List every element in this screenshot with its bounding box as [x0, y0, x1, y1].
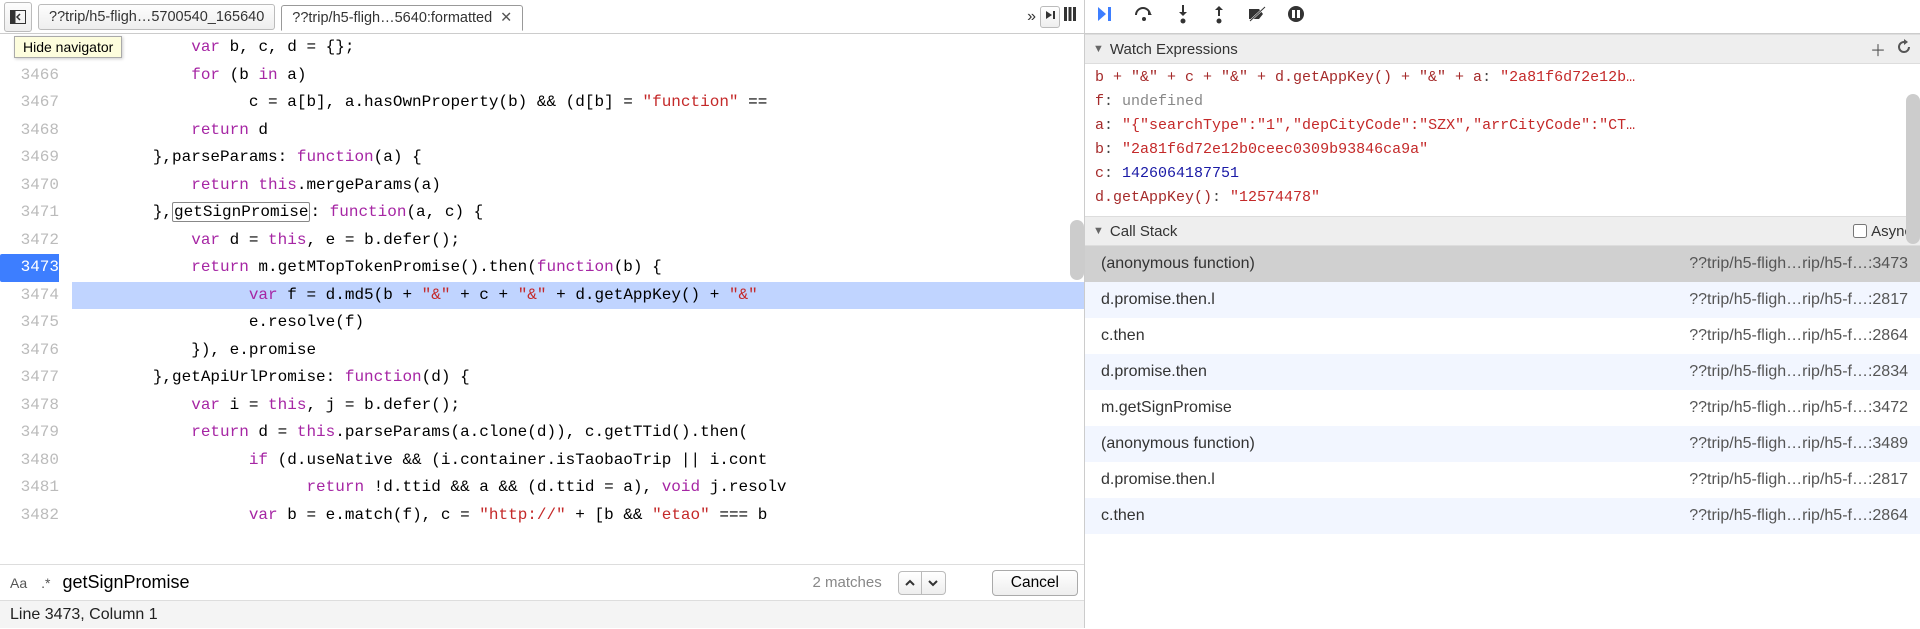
line-number[interactable]: 3479: [0, 419, 59, 447]
callstack-row[interactable]: c.then??trip/h5-fligh…rip/h5-f…:2864: [1085, 318, 1920, 354]
watch-expression[interactable]: b + "&" + c + "&" + d.getAppKey() + "&" …: [1095, 66, 1910, 90]
chevron-up-icon: [904, 578, 916, 588]
pause-on-exceptions-button[interactable]: [1287, 5, 1305, 28]
find-next-button[interactable]: [922, 571, 946, 595]
code-line[interactable]: }), e.promise: [72, 337, 1084, 365]
watch-header[interactable]: ▼ Watch Expressions ＋: [1085, 34, 1920, 64]
code-line[interactable]: var f = d.md5(b + "&" + c + "&" + d.getA…: [72, 282, 1084, 310]
line-number[interactable]: 3473: [0, 254, 59, 282]
callstack-row[interactable]: d.promise.then??trip/h5-fligh…rip/h5-f…:…: [1085, 354, 1920, 390]
tab-active-label: ??trip/h5-fligh…5640:formatted: [292, 10, 492, 26]
refresh-icon: [1896, 39, 1912, 55]
watch-title: Watch Expressions: [1110, 41, 1238, 58]
watch-expression[interactable]: f: undefined: [1095, 90, 1910, 114]
code-line[interactable]: },parseParams: function(a) {: [72, 144, 1084, 172]
code-line[interactable]: var d = this, e = b.defer();: [72, 227, 1084, 255]
callstack-row[interactable]: (anonymous function)??trip/h5-fligh…rip/…: [1085, 426, 1920, 462]
callstack-row[interactable]: c.then??trip/h5-fligh…rip/h5-f…:2864: [1085, 498, 1920, 534]
callstack-header[interactable]: ▼ Call Stack Async: [1085, 216, 1920, 246]
watch-expression[interactable]: d.getAppKey(): "12574478": [1095, 186, 1910, 210]
callstack-body: (anonymous function)??trip/h5-fligh…rip/…: [1085, 246, 1920, 628]
line-number[interactable]: 3468: [0, 117, 59, 145]
code-line[interactable]: return !d.ttid && a && (d.ttid = a), voi…: [72, 474, 1084, 502]
callstack-row[interactable]: d.promise.then.l??trip/h5-fligh…rip/h5-f…: [1085, 282, 1920, 318]
line-number[interactable]: 3469: [0, 144, 59, 172]
step-over-button[interactable]: [1133, 5, 1155, 28]
code-line[interactable]: if (d.useNative && (i.container.isTaobao…: [72, 447, 1084, 475]
cancel-button[interactable]: Cancel: [992, 570, 1078, 596]
tab-inactive[interactable]: ??trip/h5-fligh…5700540_165640: [38, 4, 275, 30]
add-watch-button[interactable]: ＋: [1870, 37, 1886, 61]
find-bar: Aa .* getSignPromise 2 matches Cancel: [0, 564, 1084, 600]
debugger-toolbar: [1085, 0, 1920, 34]
step-into-button[interactable]: [1175, 4, 1191, 29]
callstack-title: Call Stack: [1110, 223, 1178, 240]
watch-expression[interactable]: a: "{"searchType":"1","depCityCode":"SZX…: [1095, 114, 1910, 138]
vscroll-thumb-right[interactable]: [1906, 94, 1920, 244]
code-line[interactable]: },getSignPromise: function(a, c) {: [72, 199, 1084, 227]
line-number[interactable]: 3472: [0, 227, 59, 255]
gutter: 3465346634673468346934703471347234733474…: [0, 34, 72, 564]
regex-button[interactable]: .*: [37, 573, 54, 593]
line-number[interactable]: 3466: [0, 62, 59, 90]
line-number[interactable]: 3475: [0, 309, 59, 337]
code-line[interactable]: var i = this, j = b.defer();: [72, 392, 1084, 420]
async-checkbox-input[interactable]: [1853, 224, 1867, 238]
line-number[interactable]: 3482: [0, 502, 59, 530]
async-checkbox[interactable]: Async: [1853, 223, 1912, 240]
match-case-button[interactable]: Aa: [6, 573, 31, 593]
play-next-icon[interactable]: [1040, 6, 1060, 28]
tooltip: Hide navigator: [14, 36, 122, 58]
line-number[interactable]: 3474: [0, 282, 59, 310]
watch-expression[interactable]: b: "2a81f6d72e12b0ceec0309b93846ca9a": [1095, 138, 1910, 162]
status-bar: Line 3473, Column 1: [0, 600, 1084, 628]
tab-active[interactable]: ??trip/h5-fligh…5640:formatted ✕: [281, 5, 523, 31]
chevron-down-icon: [927, 578, 939, 588]
refresh-watch-button[interactable]: [1896, 39, 1912, 60]
code-line[interactable]: var b = e.match(f), c = "http://" + [b &…: [72, 502, 1084, 530]
code-line[interactable]: return d = this.parseParams(a.clone(d)),…: [72, 419, 1084, 447]
panel-left-icon: [10, 10, 26, 24]
line-number[interactable]: 3477: [0, 364, 59, 392]
resume-button[interactable]: [1095, 5, 1113, 28]
line-number[interactable]: 3478: [0, 392, 59, 420]
line-number[interactable]: 3476: [0, 337, 59, 365]
line-number[interactable]: 3481: [0, 474, 59, 502]
step-out-button[interactable]: [1211, 4, 1227, 29]
code-line[interactable]: return m.getMTopTokenPromise().then(func…: [72, 254, 1084, 282]
line-number[interactable]: 3480: [0, 447, 59, 475]
callstack-row[interactable]: m.getSignPromise??trip/h5-fligh…rip/h5-f…: [1085, 390, 1920, 426]
tabs-bar: ??trip/h5-fligh…5700540_165640 ??trip/h5…: [0, 0, 1084, 34]
editor[interactable]: 3465346634673468346934703471347234733474…: [0, 34, 1084, 564]
code-line[interactable]: var b, c, d = {};: [72, 34, 1084, 62]
callstack-row[interactable]: d.promise.then.l??trip/h5-fligh…rip/h5-f…: [1085, 462, 1920, 498]
find-input[interactable]: getSignPromise: [62, 572, 189, 593]
deactivate-breakpoints-button[interactable]: [1247, 5, 1267, 28]
line-number[interactable]: 3467: [0, 89, 59, 117]
close-icon[interactable]: ✕: [500, 10, 512, 26]
line-number[interactable]: 3471: [0, 199, 59, 227]
disclosure-down-icon: ▼: [1093, 225, 1104, 237]
vscroll-thumb[interactable]: [1070, 220, 1084, 280]
code-line[interactable]: },getApiUrlPromise: function(d) {: [72, 364, 1084, 392]
overflow-icon[interactable]: »: [1027, 8, 1036, 26]
code-line[interactable]: e.resolve(f): [72, 309, 1084, 337]
columns-icon[interactable]: [1064, 6, 1076, 27]
code-line[interactable]: for (b in a): [72, 62, 1084, 90]
find-matches: 2 matches: [813, 574, 890, 591]
disclosure-down-icon: ▼: [1093, 43, 1104, 55]
find-prev-button[interactable]: [898, 571, 922, 595]
callstack-row[interactable]: (anonymous function)??trip/h5-fligh…rip/…: [1085, 246, 1920, 282]
watch-expression[interactable]: c: 1426064187751: [1095, 162, 1910, 186]
line-number[interactable]: 3470: [0, 172, 59, 200]
code-line[interactable]: return d: [72, 117, 1084, 145]
watch-body: b + "&" + c + "&" + d.getAppKey() + "&" …: [1085, 64, 1920, 216]
hide-navigator-button[interactable]: [4, 2, 32, 32]
code-area[interactable]: var b, c, d = {}; for (b in a) c = a[b],…: [72, 34, 1084, 564]
code-line[interactable]: return this.mergeParams(a): [72, 172, 1084, 200]
code-line[interactable]: c = a[b], a.hasOwnProperty(b) && (d[b] =…: [72, 89, 1084, 117]
